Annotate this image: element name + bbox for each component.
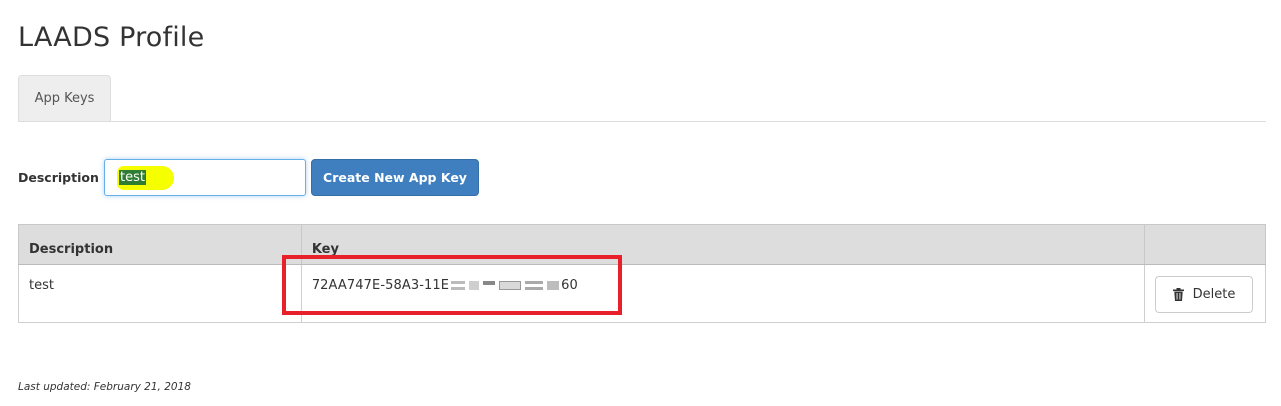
table-header-row: Description Key <box>18 224 1266 265</box>
page-title: LAADS Profile <box>18 22 205 53</box>
description-label: Description <box>18 170 99 185</box>
column-header-description: Description <box>18 224 302 265</box>
column-header-key: Key <box>300 224 1146 265</box>
table-row: test 72AA747E-58A3-11E 60 <box>18 264 1266 323</box>
tab-app-keys[interactable]: App Keys <box>18 75 111 121</box>
row-key-cell: 72AA747E-58A3-11E 60 <box>300 264 1146 323</box>
last-updated-text: Last updated: February 21, 2018 <box>18 381 191 393</box>
app-keys-table: Description Key test 72AA747E-58A3-11E 60 <box>18 224 1266 323</box>
delete-button-label: Delete <box>1192 287 1236 302</box>
row-description-cell: test <box>18 264 302 323</box>
description-input-value: test <box>119 169 146 185</box>
tab-bar-divider <box>18 121 1266 122</box>
trash-icon <box>1172 288 1184 301</box>
key-suffix: 60 <box>561 278 578 293</box>
create-new-app-key-button[interactable]: Create New App Key <box>311 159 479 196</box>
redacted-key-segment <box>449 278 561 293</box>
column-header-actions <box>1144 224 1266 265</box>
highlight-annotation: test <box>117 165 174 190</box>
key-prefix: 72AA747E-58A3-11E <box>311 278 450 293</box>
delete-button[interactable]: Delete <box>1155 276 1253 313</box>
description-input[interactable]: test <box>104 159 306 196</box>
